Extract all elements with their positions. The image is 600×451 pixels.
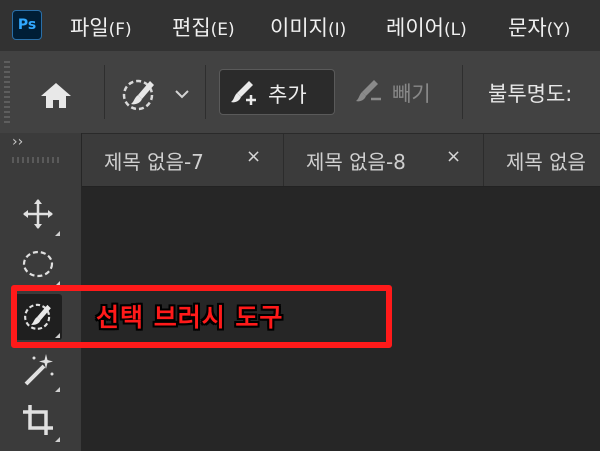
more-tools-indicator	[55, 437, 60, 442]
more-tools-indicator	[55, 231, 60, 236]
menu-bar: Ps 파일(F) 편집(E) 이미지(I) 레이어(L) 문자(Y)	[0, 0, 600, 51]
close-icon[interactable]: ×	[246, 146, 261, 167]
menu-file[interactable]: 파일(F)	[70, 12, 132, 42]
ellipse-marquee-icon	[22, 250, 54, 278]
selection-brush-icon[interactable]	[118, 73, 160, 115]
brush-add-icon	[231, 81, 256, 105]
opacity-label: 불투명도:	[488, 82, 573, 106]
tab-untitled-7[interactable]: 제목 없음-7 ×	[82, 134, 284, 186]
menu-layer[interactable]: 레이어(L)	[386, 12, 467, 42]
move-icon	[23, 199, 53, 229]
home-icon[interactable]	[38, 79, 74, 111]
tab-untitled[interactable]: 제목 없음	[484, 134, 600, 186]
close-icon[interactable]: ×	[446, 146, 461, 167]
marquee-tool[interactable]	[14, 242, 62, 288]
tab-untitled-8[interactable]: 제목 없음-8 ×	[284, 134, 484, 186]
more-tools-indicator	[55, 387, 60, 392]
menu-edit[interactable]: 편집(E)	[172, 12, 235, 42]
crop-icon	[23, 405, 53, 435]
options-bar-grip[interactable]	[4, 61, 10, 125]
crop-tool[interactable]	[14, 398, 62, 444]
collapse-panel-button[interactable]: ››	[12, 134, 23, 150]
menu-image[interactable]: 이미지(I)	[270, 12, 346, 42]
magic-wand-icon	[24, 354, 54, 386]
separator	[205, 65, 206, 119]
chevron-down-icon[interactable]	[173, 87, 191, 101]
menu-type[interactable]: 문자(Y)	[508, 12, 570, 42]
annotation-label: 선택 브러시 도구	[96, 303, 284, 332]
magic-wand-tool[interactable]	[14, 348, 62, 394]
separator	[462, 65, 463, 119]
tools-panel-grip[interactable]	[12, 157, 62, 163]
subtract-from-selection-button[interactable]: 빼기	[350, 69, 450, 115]
options-bar: 추가 빼기 불투명도:	[0, 51, 600, 134]
separator	[104, 65, 105, 119]
move-tool[interactable]	[14, 192, 62, 238]
app-logo[interactable]: Ps	[12, 10, 42, 40]
brush-subtract-icon	[356, 80, 381, 102]
add-to-selection-button[interactable]: 추가	[219, 69, 335, 115]
document-tabs: 제목 없음-7 × 제목 없음-8 × 제목 없음	[82, 134, 600, 187]
